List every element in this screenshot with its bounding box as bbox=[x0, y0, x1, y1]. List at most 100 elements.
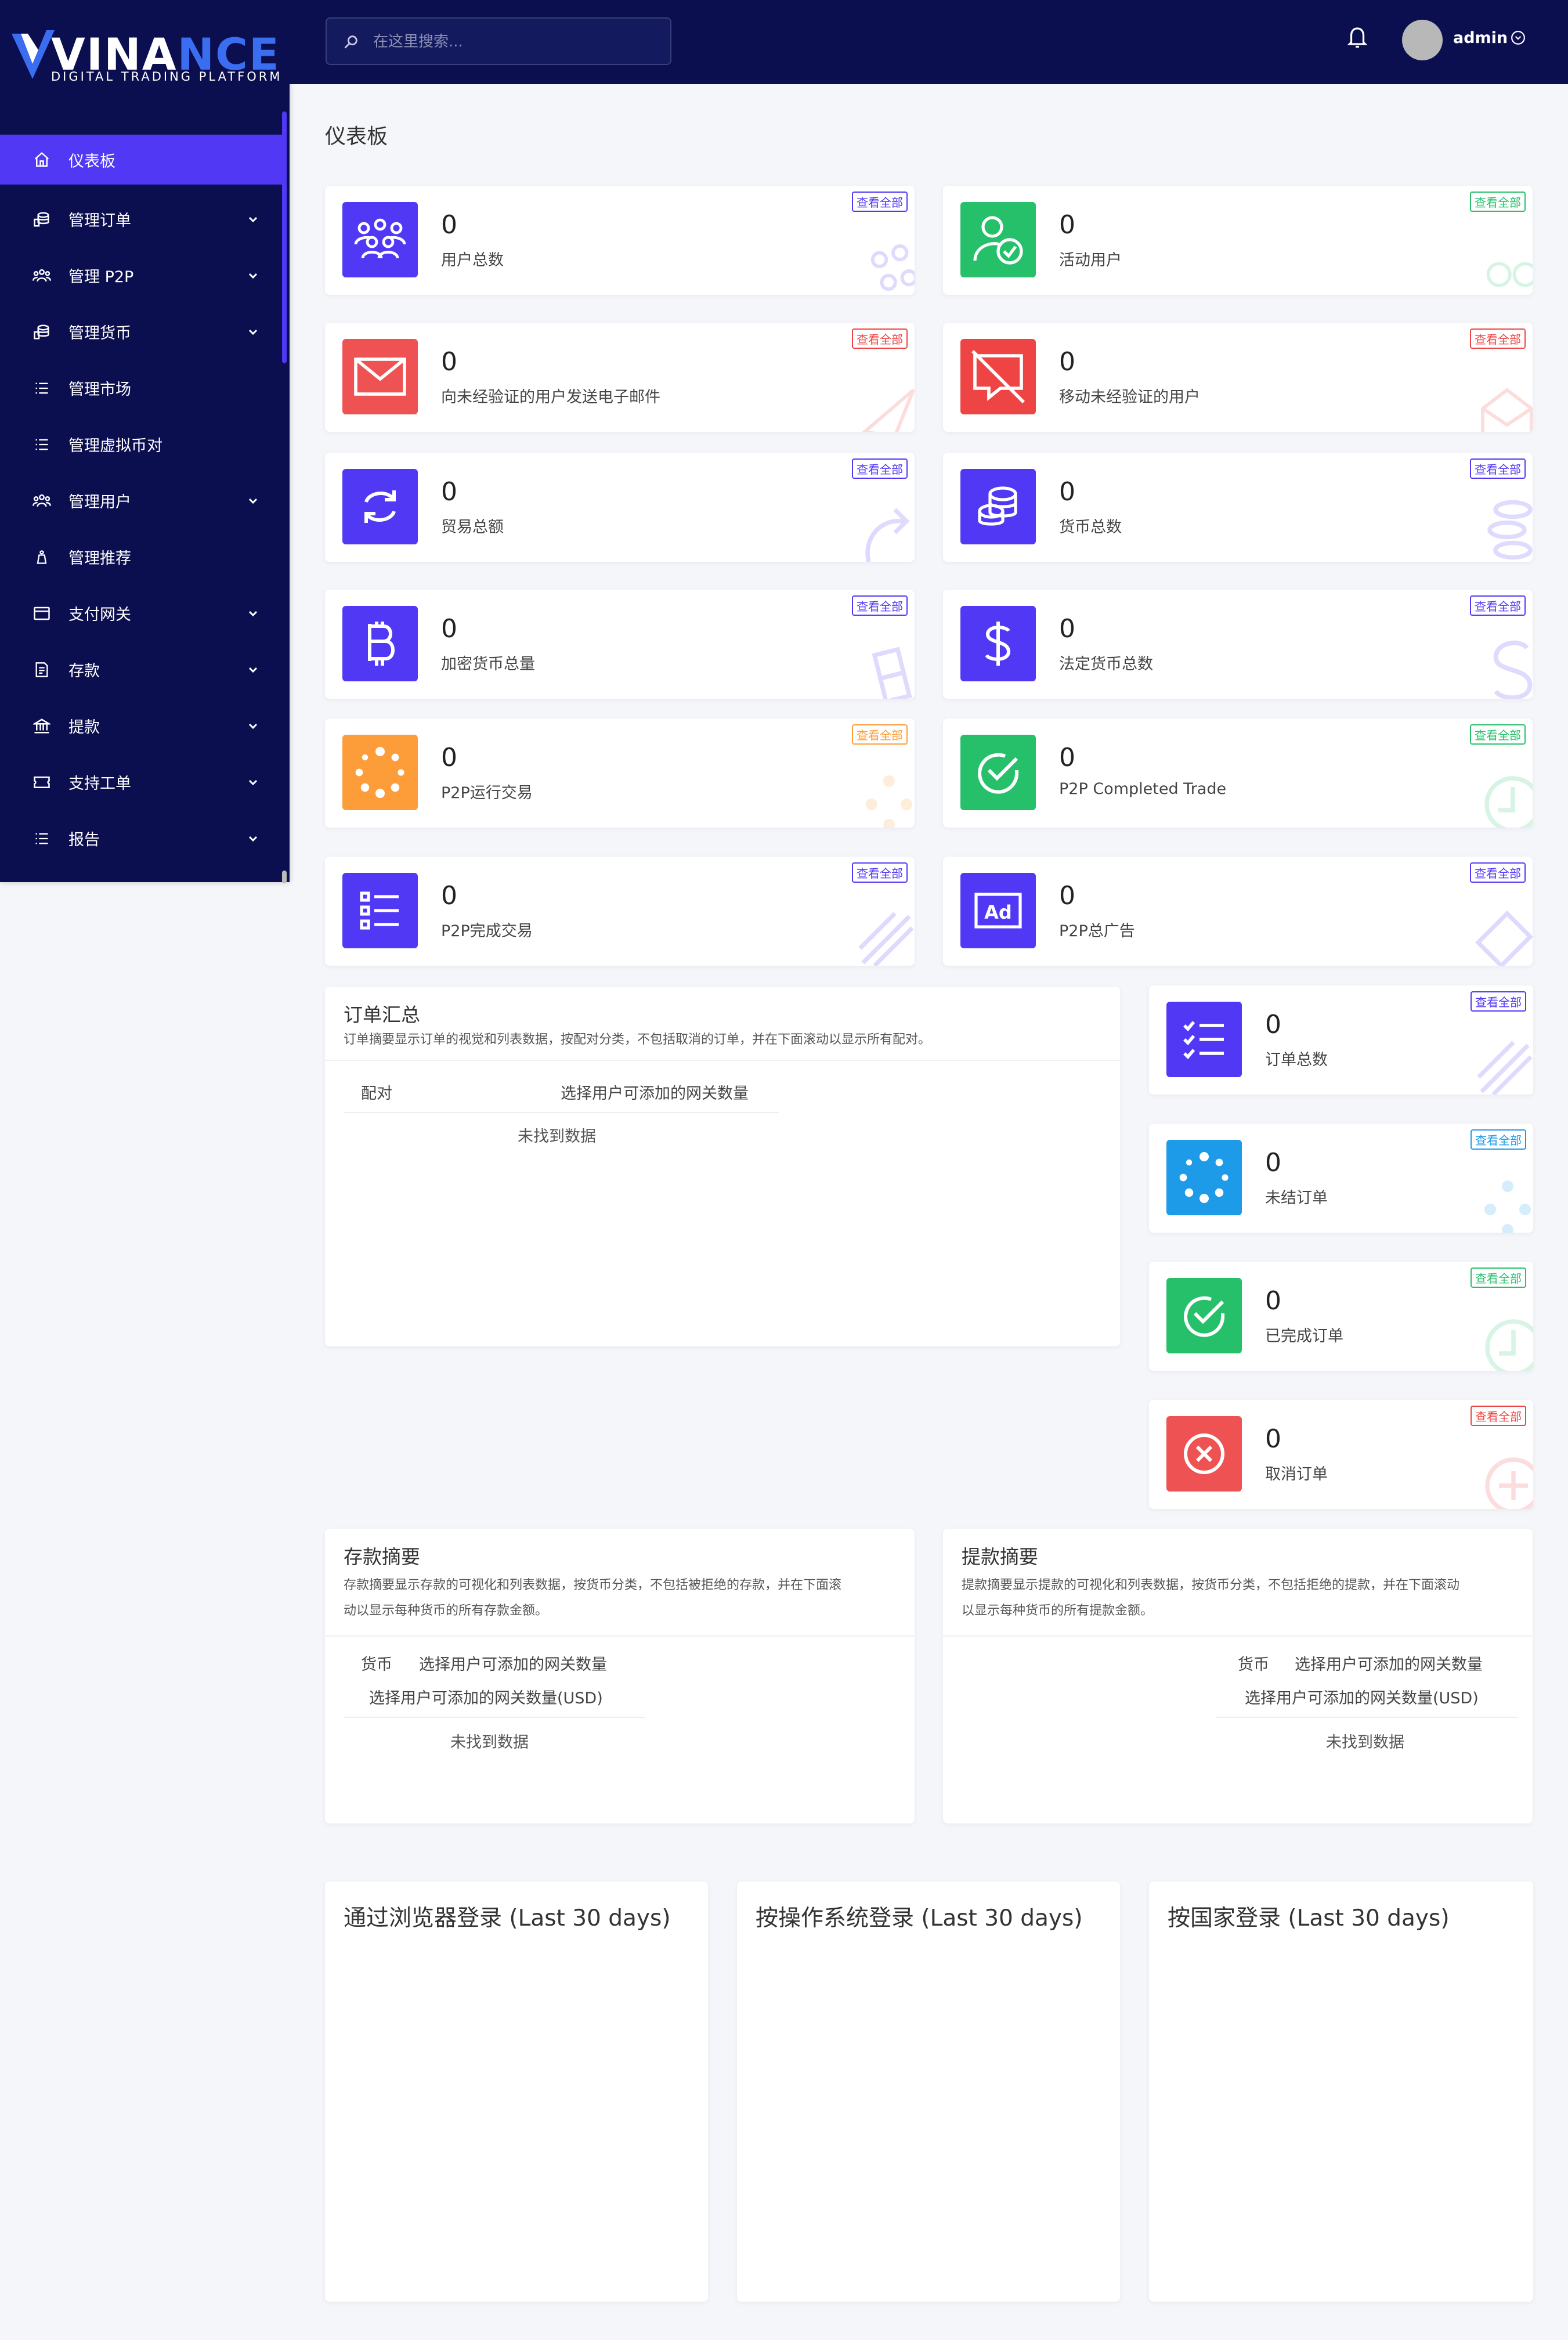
sidebar-item-gateways[interactable]: 支付网关 bbox=[0, 585, 282, 641]
sidebar-item-label: 管理 P2P bbox=[68, 268, 134, 286]
stat-card-p2p-completed[interactable]: 0 P2P完成交易 查看全部 bbox=[325, 857, 915, 966]
sidebar-scrollbar-bottom[interactable] bbox=[282, 871, 287, 883]
user-name[interactable]: admin bbox=[1453, 29, 1508, 47]
column-header-currency[interactable]: 货币 bbox=[1238, 1652, 1269, 1674]
order-summary-panel: 订单汇总 订单摘要显示订单的视觉和列表数据，按配对分类，不包括取消的订单，并在下… bbox=[325, 987, 1120, 1346]
sidebar-item-reports[interactable]: 报告 bbox=[0, 810, 282, 866]
stat-card-active-users[interactable]: 0 活动用户 查看全部 bbox=[943, 186, 1533, 295]
coins-icon bbox=[32, 323, 51, 341]
user-check-watermark-icon bbox=[1486, 262, 1533, 287]
column-header-amount-usd[interactable]: 选择用户可添加的网关数量(USD) bbox=[369, 1685, 603, 1708]
divider bbox=[943, 1635, 1533, 1637]
column-header-amount-usd[interactable]: 选择用户可添加的网关数量(USD) bbox=[1245, 1685, 1479, 1708]
sidebar-item-withdrawals[interactable]: 提款 bbox=[0, 698, 282, 754]
stat-card-p2p-ads[interactable]: Ad 0 P2P总广告 查看全部 bbox=[943, 857, 1533, 966]
x-circle-watermark-icon bbox=[1485, 1457, 1533, 1509]
svg-text:Ad: Ad bbox=[984, 901, 1012, 923]
stat-card-p2p-running[interactable]: 0 P2P运行交易 查看全部 bbox=[325, 718, 915, 828]
logo-v-icon bbox=[12, 30, 55, 79]
stat-value: 0 bbox=[1059, 477, 1075, 507]
sidebar-scrollbar[interactable] bbox=[282, 111, 287, 363]
loading-dots-icon bbox=[342, 735, 418, 810]
column-header-currency[interactable]: 货币 bbox=[361, 1652, 392, 1674]
view-all-button[interactable]: 查看全部 bbox=[852, 328, 908, 349]
chevron-down-icon bbox=[248, 836, 258, 842]
sidebar-item-label: 存款 bbox=[68, 662, 100, 680]
stat-card-mobile-unverified[interactable]: 0 移动未经验证的用户 查看全部 bbox=[943, 323, 1533, 432]
stat-card-email-unverified[interactable]: 0 向未经验证的用户发送电子邮件 查看全部 bbox=[325, 323, 915, 432]
view-all-button[interactable]: 查看全部 bbox=[1471, 1129, 1526, 1150]
panel-description: 订单摘要显示订单的视觉和列表数据，按配对分类，不包括取消的订单，并在下面滚动以显… bbox=[344, 1032, 931, 1047]
view-all-button[interactable]: 查看全部 bbox=[1471, 991, 1526, 1012]
view-all-button[interactable]: 查看全部 bbox=[1470, 328, 1526, 349]
sidebar-item-deposits[interactable]: 存款 bbox=[0, 641, 282, 698]
sidebar-item-pairs[interactable]: 管理虚拟币对 bbox=[0, 416, 282, 472]
stat-card-total-trades[interactable]: 0 贸易总额 查看全部 bbox=[325, 453, 915, 562]
stat-card-orders-done[interactable]: 0 已完成订单 查看全部 bbox=[1149, 1262, 1533, 1371]
chevron-down-icon bbox=[248, 667, 258, 673]
sidebar-item-label: 支持工单 bbox=[68, 775, 131, 793]
sidebar-item-support[interactable]: 支持工单 bbox=[0, 754, 282, 810]
view-all-button[interactable]: 查看全部 bbox=[1471, 1268, 1526, 1288]
sidebar-item-referrals[interactable]: 管理推荐 bbox=[0, 529, 282, 585]
stat-card-orders-open[interactable]: 0 未结订单 查看全部 bbox=[1149, 1124, 1533, 1233]
sidebar-item-dashboard[interactable]: 仪表板 bbox=[0, 135, 282, 185]
view-all-button[interactable]: 查看全部 bbox=[852, 724, 908, 745]
stat-label: P2P Completed Trade bbox=[1059, 780, 1227, 798]
sidebar-item-users[interactable]: 管理用户 bbox=[0, 472, 282, 529]
stat-card-fiat-total[interactable]: 0 法定货币总数 查看全部 bbox=[943, 590, 1533, 699]
sidebar-item-currencies[interactable]: 管理货币 bbox=[0, 304, 282, 360]
coins-watermark-icon bbox=[1487, 500, 1533, 560]
stat-value: 0 bbox=[1059, 743, 1075, 772]
ad-icon: Ad bbox=[960, 873, 1036, 948]
view-all-button[interactable]: 查看全部 bbox=[852, 192, 908, 212]
loading-dots-icon bbox=[1166, 1140, 1242, 1215]
stat-card-total-users[interactable]: 0 用户总数 查看全部 bbox=[325, 186, 915, 295]
view-all-button[interactable]: 查看全部 bbox=[1471, 1406, 1526, 1426]
view-all-button[interactable]: 查看全部 bbox=[1470, 724, 1526, 745]
view-all-button[interactable]: 查看全部 bbox=[852, 595, 908, 616]
brand-logo[interactable]: VINANCE DIGITAL TRADING PLATFORM bbox=[10, 26, 280, 89]
stat-card-orders-total[interactable]: 0 订单总数 查看全部 bbox=[1149, 985, 1533, 1095]
chevron-down-circle-icon[interactable] bbox=[1511, 30, 1526, 45]
view-all-button[interactable]: 查看全部 bbox=[1470, 862, 1526, 883]
sidebar-item-label: 管理用户 bbox=[68, 493, 131, 511]
coins-icon bbox=[32, 210, 51, 229]
search-box[interactable] bbox=[326, 17, 671, 65]
card-icon bbox=[32, 604, 51, 623]
mail-open-watermark-icon bbox=[1481, 388, 1533, 432]
sidebar-item-p2p[interactable]: 管理 P2P bbox=[0, 247, 282, 304]
view-all-button[interactable]: 查看全部 bbox=[1470, 458, 1526, 479]
stat-card-total-currencies[interactable]: 0 货币总数 查看全部 bbox=[943, 453, 1533, 562]
column-header-amount[interactable]: 选择用户可添加的网关数量 bbox=[1295, 1652, 1483, 1674]
search-input[interactable] bbox=[372, 29, 653, 55]
chevron-down-icon bbox=[248, 216, 258, 222]
chart-title: 按操作系统登录 (Last 30 days) bbox=[756, 1905, 1083, 1931]
stat-label: 加密货币总量 bbox=[441, 655, 535, 673]
stat-label: 移动未经验证的用户 bbox=[1059, 388, 1200, 406]
view-all-button[interactable]: 查看全部 bbox=[852, 458, 908, 479]
sidebar-item-orders[interactable]: 管理订单 bbox=[0, 191, 282, 247]
bell-icon[interactable] bbox=[1347, 24, 1368, 50]
view-all-button[interactable]: 查看全部 bbox=[1470, 192, 1526, 212]
stat-card-p2p-completed-en[interactable]: 0 P2P Completed Trade 查看全部 bbox=[943, 718, 1533, 828]
stat-card-crypto-total[interactable]: 0 加密货币总量 查看全部 bbox=[325, 590, 915, 699]
stat-value: 0 bbox=[441, 210, 457, 240]
receipt-icon bbox=[32, 660, 51, 679]
sidebar-item-markets[interactable]: 管理市场 bbox=[0, 360, 282, 416]
column-header-amount[interactable]: 选择用户可添加的网关数量 bbox=[561, 1081, 749, 1103]
avatar[interactable] bbox=[1402, 20, 1443, 60]
stat-label: P2P完成交易 bbox=[441, 922, 533, 940]
stat-card-orders-cancelled[interactable]: 0 取消订单 查看全部 bbox=[1149, 1400, 1533, 1509]
column-header-pair[interactable]: 配对 bbox=[361, 1081, 392, 1103]
dots-watermark-icon bbox=[1484, 1180, 1531, 1233]
stat-value: 0 bbox=[441, 477, 457, 507]
search-icon bbox=[344, 35, 357, 49]
coins-stack-icon bbox=[960, 469, 1036, 544]
sidebar-item-label: 管理货币 bbox=[68, 324, 131, 342]
view-all-button[interactable]: 查看全部 bbox=[852, 862, 908, 883]
view-all-button[interactable]: 查看全部 bbox=[1470, 595, 1526, 616]
column-header-amount[interactable]: 选择用户可添加的网关数量 bbox=[419, 1652, 607, 1674]
panel-title: 存款摘要 bbox=[344, 1545, 420, 1568]
stat-label: 订单总数 bbox=[1265, 1051, 1328, 1069]
